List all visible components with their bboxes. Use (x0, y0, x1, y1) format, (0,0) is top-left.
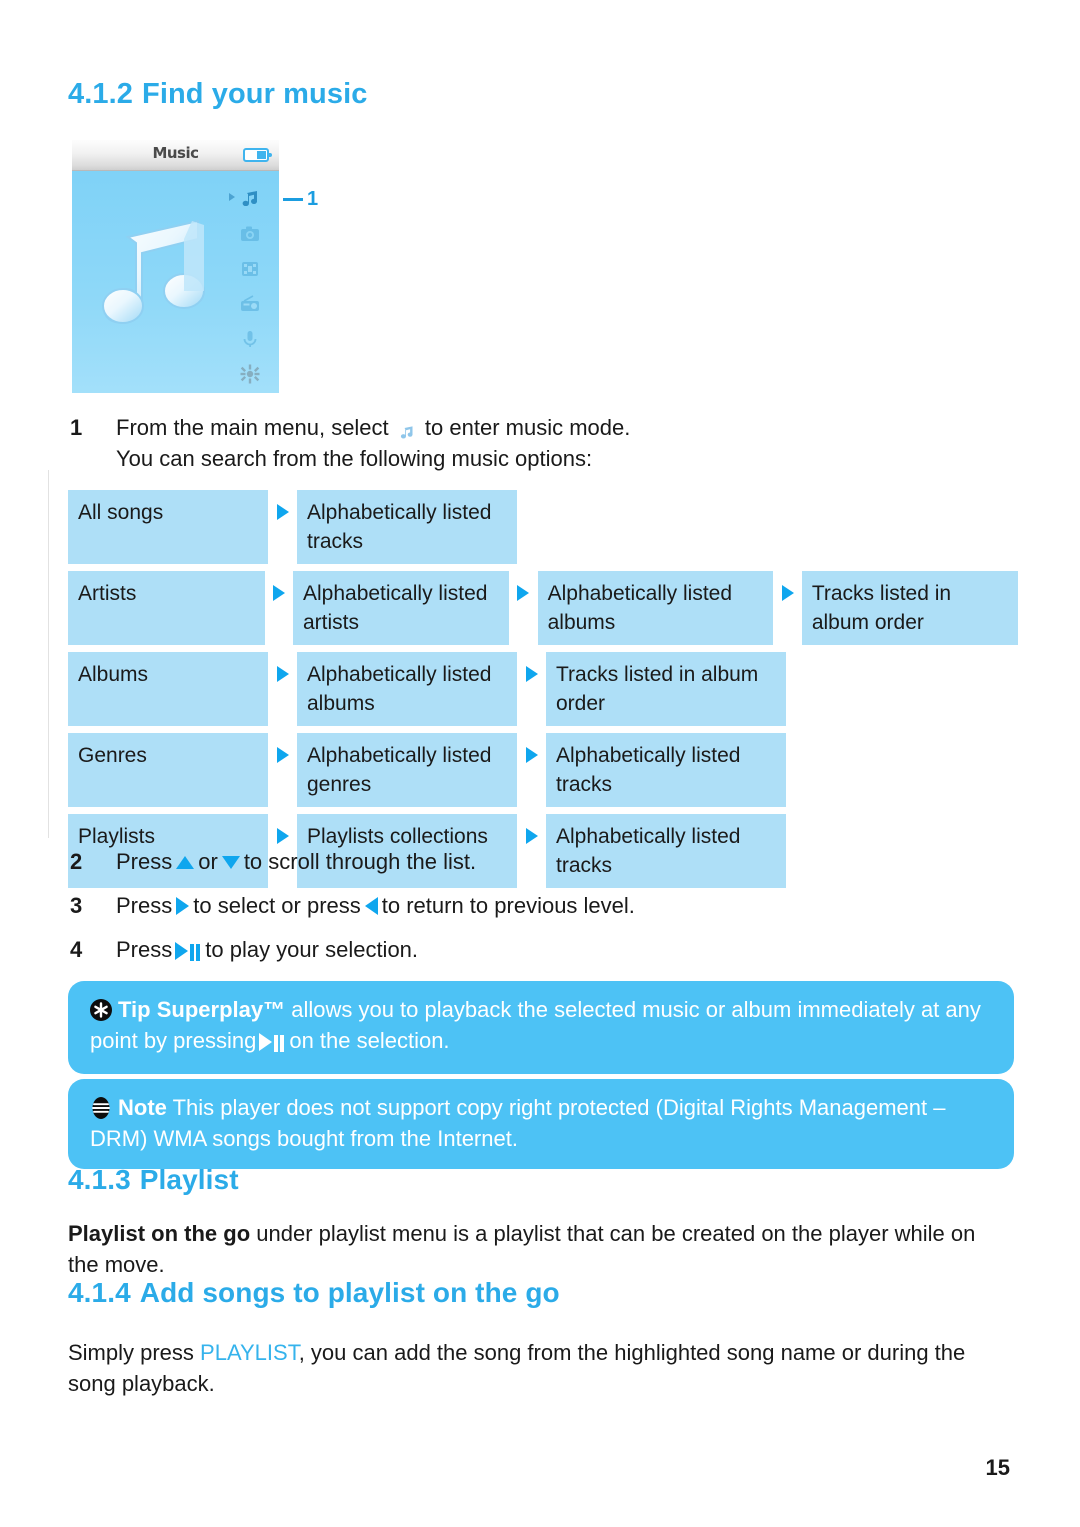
tip-callout-box: Tip Superplay™ allows you to playback th… (68, 981, 1014, 1074)
device-screen-body (72, 171, 279, 393)
note-label: Note (118, 1095, 167, 1120)
inline-music-note-icon (398, 419, 416, 439)
callout-number: 1 (307, 188, 319, 210)
arrow-up-icon (176, 855, 195, 869)
play-pause-icon (259, 1025, 286, 1058)
step-3-after: to return to previous level. (381, 893, 635, 918)
step-1-number: 1 (70, 415, 83, 440)
table-cell-level1: Genres (68, 733, 268, 807)
step-3-middle: to select or press (193, 893, 361, 918)
flow-arrow-icon (268, 652, 297, 726)
step-4: 4 Press to play your selection. (70, 934, 870, 968)
left-margin-rule (48, 470, 49, 838)
step-3-before: Press (116, 893, 173, 918)
table-cell-level4: Tracks listed in album order (801, 571, 1018, 645)
table-cell-level3: Tracks listed in album order (546, 652, 786, 726)
music-note-icon (80, 199, 230, 349)
flow-arrow-icon (517, 733, 546, 807)
rail-radio-icon[interactable] (238, 292, 262, 316)
heading-text-412: Find your music (142, 78, 368, 110)
step-3: 3 Press to select or press to return to pr… (70, 890, 870, 921)
battery-icon (243, 148, 272, 162)
step-2: 2 Press or to scroll through the list. (70, 846, 870, 877)
step-4-number: 4 (70, 937, 83, 962)
device-menu-rail (235, 187, 265, 386)
rail-settings-gear-icon[interactable] (238, 362, 262, 386)
arrow-right-icon (176, 897, 190, 916)
table-cell-level2: Alphabetically listed albums (297, 652, 517, 726)
step-1-line1-after: to enter music mode. (424, 415, 631, 440)
table-cell-level1: Albums (68, 652, 268, 726)
step-3-number: 3 (70, 893, 83, 918)
page-number: 15 (985, 1455, 1010, 1480)
tip-text-after: on the selection. (289, 1028, 450, 1053)
flow-arrow-icon (265, 571, 293, 645)
heading-number-414: 4.1.4 (68, 1277, 131, 1308)
arrow-left-icon (364, 897, 378, 916)
playlist-paragraph: Playlist on the go under playlist menu i… (68, 1218, 998, 1280)
note-text: This player does not support copy right … (90, 1095, 946, 1151)
heading-number-412: 4.1.2 (68, 78, 133, 110)
table-cell-level3: Alphabetically listed tracks (546, 733, 786, 807)
playlist-keyword: PLAYLIST (200, 1340, 299, 1365)
table-cell-level3: Alphabetically listed albums (537, 571, 774, 645)
rail-music-note-icon[interactable] (238, 187, 262, 211)
rail-video-icon[interactable] (238, 257, 262, 281)
table-cell-level2: Alphabetically listed tracks (297, 490, 517, 564)
playlist-paragraph-bold: Playlist on the go (68, 1221, 251, 1246)
rail-camera-icon[interactable] (238, 222, 262, 246)
step-3-text: Press to select or press to return to prev… (116, 890, 870, 921)
step-2-number: 2 (70, 849, 83, 874)
heading-text-414: Add songs to playlist on the go (139, 1277, 560, 1308)
device-title-bar: Music (72, 140, 279, 171)
step-1: 1 From the main menu, select to enter mu… (70, 412, 870, 474)
heading-414: 4.1.4 Add songs to playlist on the go (68, 1277, 560, 1309)
step-4-before: Press (116, 937, 173, 962)
step-4-text: Press to play your selection. (116, 934, 870, 968)
table-cell-level2: Alphabetically listed artists (292, 571, 510, 645)
callout-1: 1 (283, 188, 318, 211)
flow-arrow-icon (773, 571, 801, 645)
flow-arrow-icon (509, 571, 537, 645)
step-2-before: Press (116, 849, 173, 874)
note-badge-icon (90, 1096, 112, 1119)
page-title: 4.1.2 Find your music (68, 78, 367, 111)
table-row: Genres Alphabetically listed genres Alph… (68, 733, 1018, 807)
heading-text-413: Playlist (139, 1164, 239, 1195)
note-callout-box: Note This player does not support copy r… (68, 1079, 1014, 1169)
table-cell-level1: All songs (68, 490, 268, 564)
tip-product: Superplay™ (156, 997, 286, 1022)
arrow-down-icon (221, 855, 240, 869)
heading-413: 4.1.3 Playlist (68, 1164, 239, 1196)
step-1-line2: You can search from the following music … (116, 446, 593, 471)
step-2-text: Press or to scroll through the list. (116, 846, 870, 877)
callout-leader-line (283, 198, 303, 201)
table-cell-level1: Artists (68, 571, 265, 645)
tip-label: Tip (118, 997, 151, 1022)
flow-arrow-icon (268, 733, 297, 807)
heading-number-413: 4.1.3 (68, 1164, 131, 1195)
add-songs-paragraph: Simply press PLAYLIST, you can add the s… (68, 1337, 1008, 1399)
step-2-after: to scroll through the list. (243, 849, 477, 874)
rail-voice-recorder-icon[interactable] (238, 327, 262, 351)
add-songs-before: Simply press (68, 1340, 194, 1365)
asterisk-badge-icon (90, 998, 112, 1021)
table-cell-level2: Alphabetically listed genres (297, 733, 517, 807)
step-1-text: From the main menu, select to enter musi… (116, 412, 870, 474)
step-2-middle: or (198, 849, 218, 874)
music-options-table: All songs Alphabetically listed tracks A… (68, 490, 1018, 895)
flow-arrow-icon (517, 652, 546, 726)
table-row: Artists Alphabetically listed artists Al… (68, 571, 1018, 645)
step-1-line1-before: From the main menu, select (116, 415, 389, 440)
manual-page: 4.1.2 Find your music Music 1 1 From the… (0, 0, 1080, 1527)
play-pause-icon (175, 934, 202, 967)
table-row: Albums Alphabetically listed albums Trac… (68, 652, 1018, 726)
step-4-after: to play your selection. (205, 937, 419, 962)
table-row: All songs Alphabetically listed tracks (68, 490, 1018, 564)
flow-arrow-icon (268, 490, 297, 564)
device-screenshot: Music (72, 140, 279, 393)
